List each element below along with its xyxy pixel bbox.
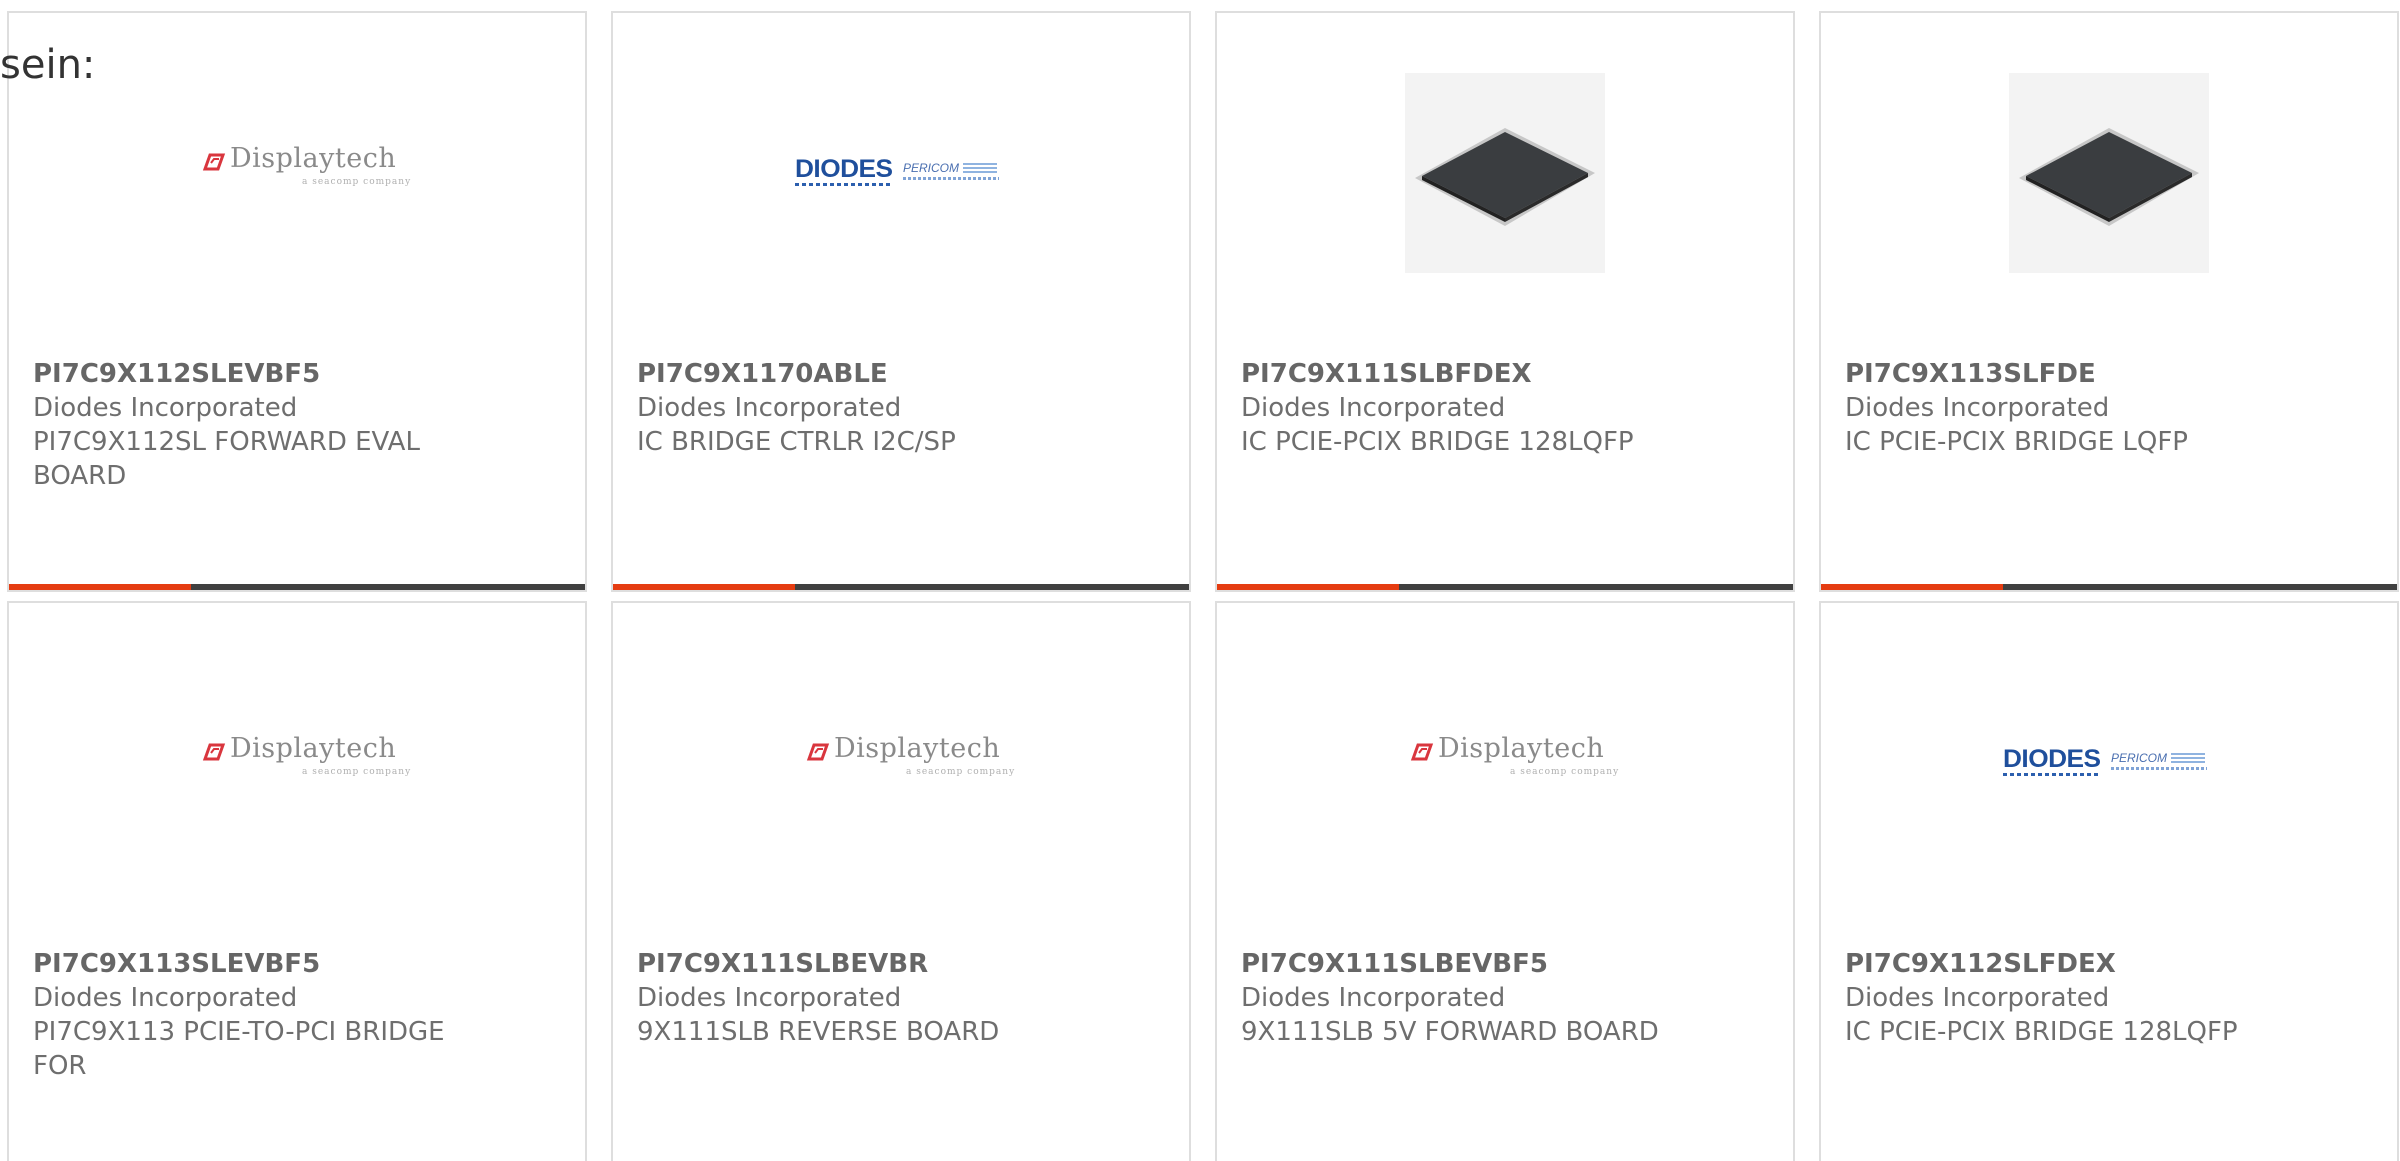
manufacturer: Diodes Incorporated [1845, 393, 2110, 423]
displaytech-mark-icon [202, 153, 226, 171]
diodes-pericom-logo: DIODES PERICOM [791, 153, 1011, 193]
part-number[interactable]: PI7C9X111SLBFDEX [1241, 357, 1661, 391]
card-bottom-bar [1217, 584, 1793, 590]
displaytech-mark-icon [1410, 743, 1434, 761]
product-info: PI7C9X112SLFDEX Diodes Incorporated IC P… [1845, 947, 2265, 1049]
manufacturer: Diodes Incorporated [637, 983, 902, 1013]
logo-wordmark: Displaytech [834, 733, 1001, 764]
description: 9X111SLB REVERSE BOARD [637, 1017, 1000, 1047]
product-image[interactable] [1821, 73, 2397, 273]
part-number[interactable]: PI7C9X113SLFDE [1845, 357, 2265, 391]
card-accent-bar [613, 584, 795, 590]
card-accent-bar [9, 584, 191, 590]
product-image[interactable]: DIODES PERICOM [1821, 663, 2397, 863]
product-info: PI7C9X111SLBFDEX Diodes Incorporated IC … [1241, 357, 1661, 459]
logo-tagline: a seacomp company [302, 177, 412, 187]
product-image[interactable]: DIODES PERICOM [613, 73, 1189, 273]
description: 9X111SLB 5V FORWARD BOARD [1241, 1017, 1659, 1047]
product-image[interactable]: Displaytech a seacomp company [613, 663, 1189, 863]
diodes-subline [795, 183, 891, 186]
lead-text: sein: [0, 42, 96, 88]
product-grid: Displaytech a seacomp company PI7C9X112S… [7, 11, 2399, 1161]
pericom-lines [963, 163, 997, 175]
manufacturer: Diodes Incorporated [33, 983, 298, 1013]
logo-tagline: a seacomp company [906, 767, 1016, 777]
displaytech-mark-icon [202, 743, 226, 761]
product-card[interactable]: Displaytech a seacomp company PI7C9X112S… [7, 11, 587, 592]
product-info: PI7C9X1170ABLE Diodes Incorporated IC BR… [637, 357, 1057, 459]
description: IC PCIE-PCIX BRIDGE 128LQFP [1845, 1017, 2238, 1047]
card-bottom-bar [1821, 584, 2397, 590]
pericom-wordmark: PERICOM [2111, 751, 2168, 765]
lqfp-chip-photo [1405, 73, 1605, 273]
card-bottom-bar [9, 584, 585, 590]
product-image[interactable]: Displaytech a seacomp company [9, 663, 585, 863]
product-info: PI7C9X111SLBEVBR Diodes Incorporated 9X1… [637, 947, 1057, 1049]
product-info: PI7C9X111SLBEVBF5 Diodes Incorporated 9X… [1241, 947, 1661, 1049]
card-bottom-bar [613, 584, 1189, 590]
manufacturer: Diodes Incorporated [1241, 983, 1506, 1013]
product-card[interactable]: PI7C9X113SLFDE Diodes Incorporated IC PC… [1819, 11, 2399, 592]
description: PI7C9X113 PCIE-TO-PCI BRIDGE FOR [33, 1017, 445, 1081]
pericom-wordmark: PERICOM [903, 161, 960, 175]
pericom-subline [2111, 767, 2207, 770]
product-image[interactable] [1217, 73, 1793, 273]
displaytech-logo: Displaytech a seacomp company [1390, 733, 1620, 793]
card-accent-bar [1217, 584, 1399, 590]
description: IC PCIE-PCIX BRIDGE 128LQFP [1241, 427, 1634, 457]
description: PI7C9X112SL FORWARD EVAL BOARD [33, 427, 420, 491]
displaytech-logo: Displaytech a seacomp company [182, 143, 412, 203]
product-image[interactable]: Displaytech a seacomp company [9, 73, 585, 273]
manufacturer: Diodes Incorporated [637, 393, 902, 423]
chip-icon [2019, 128, 2199, 226]
part-number[interactable]: PI7C9X112SLEVBF5 [33, 357, 453, 391]
product-info: PI7C9X113SLEVBF5 Diodes Incorporated PI7… [33, 947, 453, 1083]
lqfp-chip-photo [2009, 73, 2209, 273]
card-accent-bar [1821, 584, 2003, 590]
product-image[interactable]: Displaytech a seacomp company [1217, 663, 1793, 863]
displaytech-logo: Displaytech a seacomp company [786, 733, 1016, 793]
product-listing-page: sein: Displaytech a seacomp company PI7C… [0, 0, 2400, 1161]
product-card[interactable]: DIODES PERICOM PI7C9X1170ABLE Diodes Inc… [611, 11, 1191, 592]
product-card[interactable]: Displaytech a seacomp company PI7C9X111S… [1215, 601, 1795, 1161]
product-card[interactable]: Displaytech a seacomp company PI7C9X113S… [7, 601, 587, 1161]
part-number[interactable]: PI7C9X111SLBEVBR [637, 947, 1057, 981]
part-number[interactable]: PI7C9X111SLBEVBF5 [1241, 947, 1661, 981]
diodes-wordmark: DIODES [2003, 745, 2101, 773]
diodes-wordmark: DIODES [795, 155, 893, 183]
description: IC PCIE-PCIX BRIDGE LQFP [1845, 427, 2188, 457]
displaytech-mark-icon [806, 743, 830, 761]
manufacturer: Diodes Incorporated [33, 393, 298, 423]
product-card[interactable]: DIODES PERICOM PI7C9X112SLFDEX Diodes In… [1819, 601, 2399, 1161]
diodes-pericom-logo: DIODES PERICOM [1999, 743, 2219, 783]
part-number[interactable]: PI7C9X112SLFDEX [1845, 947, 2265, 981]
logo-wordmark: Displaytech [230, 733, 397, 764]
product-info: PI7C9X112SLEVBF5 Diodes Incorporated PI7… [33, 357, 453, 493]
logo-wordmark: Displaytech [230, 143, 397, 174]
product-info: PI7C9X113SLFDE Diodes Incorporated IC PC… [1845, 357, 2265, 459]
pericom-lines [2171, 753, 2205, 765]
pericom-subline [903, 177, 999, 180]
logo-tagline: a seacomp company [302, 767, 412, 777]
product-card[interactable]: PI7C9X111SLBFDEX Diodes Incorporated IC … [1215, 11, 1795, 592]
logo-tagline: a seacomp company [1510, 767, 1620, 777]
logo-wordmark: Displaytech [1438, 733, 1605, 764]
chip-icon [1415, 128, 1595, 226]
manufacturer: Diodes Incorporated [1241, 393, 1506, 423]
product-card[interactable]: Displaytech a seacomp company PI7C9X111S… [611, 601, 1191, 1161]
manufacturer: Diodes Incorporated [1845, 983, 2110, 1013]
displaytech-logo: Displaytech a seacomp company [182, 733, 412, 793]
part-number[interactable]: PI7C9X1170ABLE [637, 357, 1057, 391]
diodes-subline [2003, 773, 2099, 776]
part-number[interactable]: PI7C9X113SLEVBF5 [33, 947, 453, 981]
description: IC BRIDGE CTRLR I2C/SP [637, 427, 956, 457]
